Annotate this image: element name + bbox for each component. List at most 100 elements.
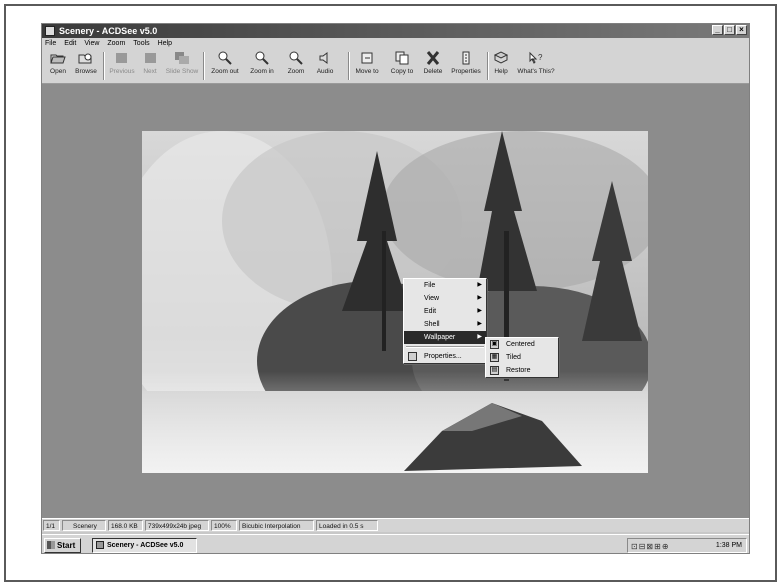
status-interpolation: Bicubic Interpolation xyxy=(239,520,314,531)
delete-label: Delete xyxy=(423,68,443,75)
taskbar-item-acdsee[interactable]: Scenery - ACDSee v5.0 xyxy=(92,538,197,553)
move-to-label: Move to xyxy=(355,68,379,75)
context-item-view[interactable]: View ▶ xyxy=(404,292,486,305)
open-button[interactable]: Open xyxy=(46,51,70,81)
app-icon[interactable] xyxy=(45,26,55,36)
magnifier-icon xyxy=(288,51,304,65)
submenu-arrow-icon: ▶ xyxy=(477,321,482,327)
zoom-button[interactable]: Zoom xyxy=(282,51,310,81)
whats-this-label: What's This? xyxy=(517,68,555,75)
toolbar-separator xyxy=(103,52,105,80)
delete-button[interactable]: Delete xyxy=(420,51,446,81)
help-button[interactable]: Help xyxy=(491,51,511,81)
start-button[interactable]: Start xyxy=(44,538,81,553)
properties-label: Properties xyxy=(451,68,481,75)
properties-icon xyxy=(458,51,474,65)
status-position: 1/1 xyxy=(43,520,60,531)
system-tray: ⊡⊟⊠⊞⊕ 1:38 PM xyxy=(627,538,747,553)
centered-icon: ▣ xyxy=(490,340,499,349)
delete-x-icon xyxy=(425,51,441,65)
menu-separator xyxy=(406,346,484,348)
speaker-icon xyxy=(317,51,333,65)
audio-label: Audio xyxy=(316,68,334,75)
zoom-out-label: Zoom out xyxy=(211,68,239,75)
previous-label: Previous xyxy=(109,68,135,75)
maximize-button[interactable]: □ xyxy=(724,25,735,35)
context-item-shell[interactable]: Shell ▶ xyxy=(404,318,486,331)
help-book-icon xyxy=(493,51,509,65)
minimize-button[interactable]: _ xyxy=(712,25,723,35)
toolbar-separator xyxy=(203,52,205,80)
screenshot-frame: Scenery - ACDSee v5.0 _ □ × File Edit Vi… xyxy=(4,4,777,582)
context-item-properties[interactable]: Properties... xyxy=(404,350,486,363)
tiled-icon: ▦ xyxy=(490,353,499,362)
help-label: Help xyxy=(494,68,508,75)
next-icon xyxy=(142,51,158,65)
taskbar-item-label: Scenery - ACDSee v5.0 xyxy=(107,542,184,549)
browse-button[interactable]: Browse xyxy=(72,51,100,81)
menu-tools[interactable]: Tools xyxy=(133,38,149,49)
menu-zoom[interactable]: Zoom xyxy=(107,38,125,49)
menu-bar: File Edit View Zoom Tools Help xyxy=(42,38,749,49)
whats-this-icon: ? xyxy=(528,51,544,65)
context-item-edit[interactable]: Edit ▶ xyxy=(404,305,486,318)
menu-file[interactable]: File xyxy=(45,38,56,49)
landscape-image xyxy=(142,131,648,473)
taskbar: Start Scenery - ACDSee v5.0 ⊡⊟⊠⊞⊕ 1:38 P… xyxy=(42,534,749,553)
copy-to-label: Copy to xyxy=(390,68,414,75)
toolbar-separator xyxy=(487,52,489,80)
context-item-edit-label: Edit xyxy=(424,308,437,315)
menu-help[interactable]: Help xyxy=(158,38,172,49)
submenu-arrow-icon: ▶ xyxy=(477,295,482,301)
submenu-arrow-icon: ▶ xyxy=(477,282,482,288)
start-label: Start xyxy=(57,541,76,550)
zoom-label: Zoom xyxy=(287,68,305,75)
move-to-icon xyxy=(359,51,375,65)
context-menu: File ▶ View ▶ Edit ▶ Shell ▶ Wallpaper ▶ Prop… xyxy=(403,278,487,364)
submenu-item-restore[interactable]: ▤ Restore xyxy=(486,364,558,377)
tray-icons[interactable]: ⊡⊟⊠⊞⊕ xyxy=(631,540,670,553)
menu-edit[interactable]: Edit xyxy=(64,38,76,49)
slideshow-label: Slide Show xyxy=(165,68,199,75)
windows-flag-icon xyxy=(47,541,55,549)
submenu-item-centered[interactable]: ▣ Centered xyxy=(486,338,558,351)
title-bar[interactable]: Scenery - ACDSee v5.0 _ □ × xyxy=(42,24,749,38)
context-item-file[interactable]: File ▶ xyxy=(404,279,486,292)
status-filename-text: Scenery xyxy=(73,523,97,530)
context-item-file-label: File xyxy=(424,282,436,289)
image-viewer[interactable]: File ▶ View ▶ Edit ▶ Shell ▶ Wallpaper ▶ Prop… xyxy=(42,84,749,518)
zoom-out-button[interactable]: Zoom out xyxy=(208,51,242,81)
copy-to-button[interactable]: Copy to xyxy=(387,51,417,81)
context-item-shell-label: Shell xyxy=(424,321,440,328)
next-button[interactable]: Next xyxy=(140,51,160,81)
properties-button[interactable]: Properties xyxy=(448,51,484,81)
submenu-item-restore-label: Restore xyxy=(506,367,531,374)
context-item-view-label: View xyxy=(424,295,440,302)
next-label: Next xyxy=(143,68,157,75)
audio-button[interactable]: Audio xyxy=(314,51,336,81)
menu-view[interactable]: View xyxy=(84,38,99,49)
scenery-photo xyxy=(142,131,648,473)
submenu-item-tiled-label: Tiled xyxy=(506,354,521,361)
context-item-properties-label: Properties... xyxy=(424,353,462,360)
close-button[interactable]: × xyxy=(736,25,747,35)
status-load-time: Loaded in 0.5 s xyxy=(316,520,378,531)
submenu-arrow-icon: ▶ xyxy=(477,334,482,340)
wallpaper-submenu: ▣ Centered ▦ Tiled ▤ Restore xyxy=(485,337,559,378)
window-controls: _ □ × xyxy=(712,25,747,35)
properties-icon xyxy=(408,352,417,361)
slideshow-button[interactable]: Slide Show xyxy=(164,51,200,81)
toolbar-separator xyxy=(348,52,350,80)
previous-button[interactable]: Previous xyxy=(107,51,137,81)
move-to-button[interactable]: Move to xyxy=(352,51,382,81)
status-bar: 1/1 Scenery 168.0 KB 739x499x24b jpeg 10… xyxy=(42,518,749,532)
context-item-wallpaper[interactable]: Wallpaper ▶ xyxy=(404,331,486,344)
submenu-item-tiled[interactable]: ▦ Tiled xyxy=(486,351,558,364)
acdsee-window: Scenery - ACDSee v5.0 _ □ × File Edit Vi… xyxy=(41,23,750,554)
zoom-in-button[interactable]: Zoom in xyxy=(247,51,277,81)
status-image-info: 739x499x24b jpeg xyxy=(145,520,209,531)
previous-icon xyxy=(114,51,130,65)
slideshow-icon xyxy=(174,51,190,65)
whats-this-button[interactable]: ? What's This? xyxy=(514,51,558,81)
toolbar: Open Browse Previous Next Slide Show Zoo… xyxy=(42,49,749,84)
